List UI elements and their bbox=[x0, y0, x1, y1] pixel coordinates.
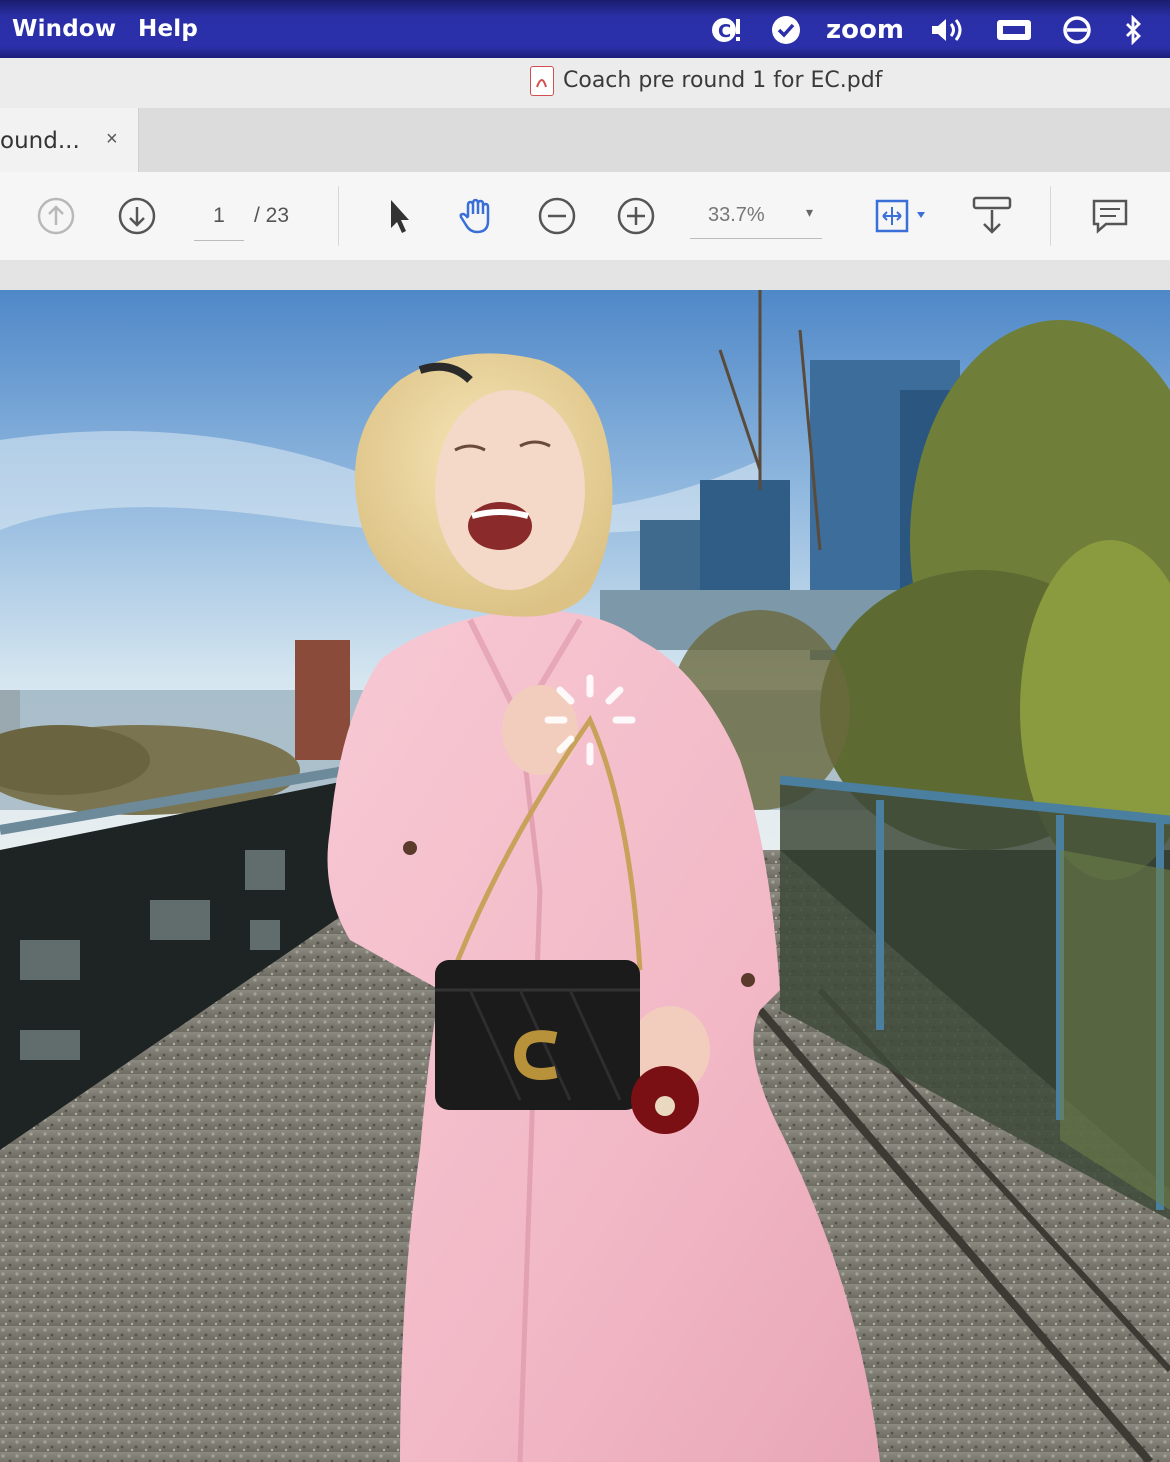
page-fit-button[interactable] bbox=[866, 194, 932, 238]
zoom-app-label[interactable]: zoom bbox=[822, 14, 908, 46]
plus-circle-icon bbox=[617, 197, 655, 235]
download-tray-icon bbox=[972, 196, 1012, 234]
menu-window[interactable]: Window bbox=[12, 16, 116, 42]
campaign-photo-image bbox=[0, 290, 1170, 1462]
pdf-file-icon bbox=[530, 66, 554, 96]
pdf-page-canvas[interactable] bbox=[0, 290, 1170, 1462]
select-tool-button[interactable] bbox=[376, 194, 420, 238]
download-button[interactable] bbox=[968, 194, 1016, 238]
zoom-level-value: 33.7% bbox=[708, 204, 765, 226]
focus-mode-icon[interactable] bbox=[1058, 14, 1096, 46]
arrow-up-icon bbox=[37, 197, 75, 235]
fit-page-icon bbox=[875, 199, 925, 233]
hand-icon bbox=[459, 198, 490, 234]
zoom-in-button[interactable] bbox=[614, 194, 658, 238]
tab-close-icon[interactable]: × bbox=[106, 128, 118, 151]
window-title-bar: Coach pre round 1 for EC.pdf bbox=[0, 58, 1170, 108]
bluetooth-icon[interactable] bbox=[1116, 14, 1150, 46]
next-page-button[interactable] bbox=[115, 194, 159, 238]
svg-text:C: C bbox=[718, 21, 731, 42]
arrow-down-icon bbox=[118, 197, 156, 235]
notification-alert-icon[interactable]: C bbox=[708, 14, 746, 46]
comment-bubble-icon bbox=[1092, 199, 1128, 234]
window-title: Coach pre round 1 for EC.pdf bbox=[563, 68, 883, 93]
viewer-margin bbox=[0, 260, 1170, 290]
tab-bar: ound... × bbox=[0, 108, 1170, 172]
checkmark-badge-icon[interactable] bbox=[768, 14, 804, 46]
previous-page-button[interactable] bbox=[34, 194, 78, 238]
zoom-out-button[interactable] bbox=[535, 194, 579, 238]
pdf-toolbar: 1 / 23 33.7% ▾ bbox=[0, 172, 1170, 261]
cursor-arrow-icon bbox=[391, 200, 409, 233]
toolbar-divider bbox=[338, 186, 339, 246]
volume-icon[interactable] bbox=[926, 14, 970, 46]
menu-bar: Window Help C zoom bbox=[0, 0, 1170, 58]
chevron-down-icon: ▾ bbox=[806, 204, 814, 220]
toolbar-divider bbox=[1050, 186, 1051, 246]
menu-help[interactable]: Help bbox=[138, 16, 198, 42]
comment-button[interactable] bbox=[1088, 194, 1132, 238]
page-total-label: / 23 bbox=[254, 204, 290, 227]
document-tab-label: ound... bbox=[0, 128, 80, 154]
zoom-level-dropdown[interactable]: 33.7% ▾ bbox=[690, 200, 822, 239]
minus-circle-icon bbox=[538, 197, 576, 235]
document-tab[interactable]: ound... × bbox=[0, 108, 139, 172]
page-number-input[interactable]: 1 bbox=[194, 202, 244, 241]
hand-tool-button[interactable] bbox=[455, 194, 499, 238]
keyboard-icon[interactable] bbox=[994, 14, 1034, 46]
